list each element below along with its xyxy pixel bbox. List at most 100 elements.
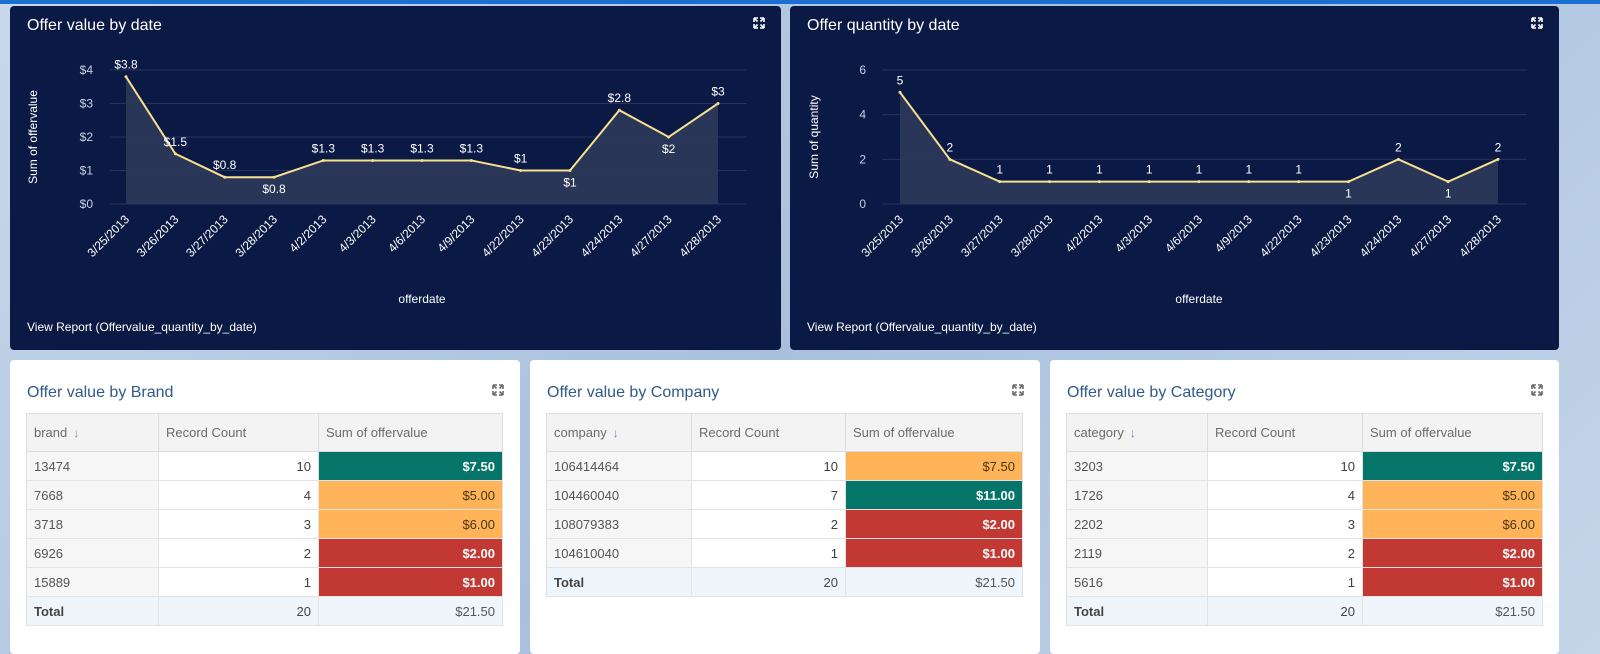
x-tick-label: 4/3/2013 [1112, 212, 1155, 255]
column-header[interactable]: Sum of offervalue [1362, 413, 1543, 452]
x-tick-label: 4/28/2013 [676, 212, 724, 260]
column-header[interactable]: Sum of offervalue [845, 413, 1023, 452]
column-header[interactable]: company ↓ [546, 413, 692, 452]
table-row[interactable]: 106414464 10 $7.50 [546, 451, 1023, 481]
column-header-label: Sum of offervalue [1370, 425, 1472, 440]
table-row[interactable]: 7668 4 $5.00 [26, 480, 503, 510]
offer-value-by-date-card: Offer value by date $0 $1 $2 $3 $4 $3.8 $1.5 $0… [10, 6, 781, 350]
column-header[interactable]: Sum of offervalue [318, 413, 503, 452]
record-count-cell: 3 [1207, 509, 1363, 539]
card-title: Offer value by Brand [27, 384, 174, 401]
total-sum-cell: $21.50 [318, 596, 503, 626]
data-label: 1 [1445, 187, 1452, 201]
group-key-cell: 6926 [26, 538, 159, 568]
data-label: 1 [1146, 163, 1153, 177]
group-key-cell: 106414464 [546, 451, 692, 481]
column-header[interactable]: brand ↓ [26, 413, 159, 452]
data-point [716, 102, 720, 105]
x-axis-title: offerdate [398, 292, 445, 306]
data-point [173, 152, 177, 156]
column-header[interactable]: category ↓ [1066, 413, 1208, 452]
data-label: 1 [1295, 163, 1302, 177]
group-key-cell: 1726 [1066, 480, 1208, 510]
data-label: $1 [514, 152, 528, 166]
table-row[interactable]: 3203 10 $7.50 [1066, 451, 1543, 481]
data-label: 1 [1046, 163, 1053, 177]
x-tick-label: 4/22/2013 [1257, 212, 1305, 260]
sum-value-cell: $1.00 [845, 538, 1023, 568]
x-tick-label: 3/25/2013 [858, 212, 906, 260]
column-header[interactable]: Record Count [1207, 413, 1363, 452]
table-row[interactable]: 6926 2 $2.00 [26, 538, 503, 568]
sum-value-cell: $5.00 [1362, 480, 1543, 510]
total-count-cell: 20 [158, 596, 319, 626]
x-tick-label: 3/28/2013 [1008, 212, 1056, 260]
data-point [568, 169, 572, 172]
data-point [1347, 180, 1350, 184]
view-report-link[interactable]: View Report (Offervalue_quantity_by_date… [27, 320, 257, 334]
column-header[interactable]: Record Count [158, 413, 319, 452]
total-sum-cell: $21.50 [1362, 596, 1543, 626]
table-row[interactable]: 5616 1 $1.00 [1066, 567, 1543, 597]
table-header-row: category ↓ Record Count Sum of offervalue [1066, 413, 1543, 452]
sum-value-cell: $5.00 [318, 480, 503, 510]
record-count-cell: 4 [1207, 480, 1363, 510]
group-key-cell: 2202 [1066, 509, 1208, 539]
expand-icon[interactable] [492, 384, 504, 396]
table-row[interactable]: 104610040 1 $1.00 [546, 538, 1023, 568]
data-point [1147, 180, 1151, 184]
record-count-cell: 2 [158, 538, 319, 568]
data-label: 2 [1395, 140, 1402, 154]
x-tick-label: 4/6/2013 [385, 212, 428, 255]
table-row[interactable]: 108079383 2 $2.00 [546, 509, 1023, 539]
sum-value-cell: $2.00 [1362, 538, 1543, 568]
data-point [1197, 180, 1201, 184]
total-count-cell: 20 [691, 567, 846, 597]
data-point [617, 108, 621, 112]
sum-value-cell: $7.50 [318, 451, 503, 481]
sort-descending-icon[interactable]: ↓ [1130, 426, 1136, 440]
x-tick-label: 4/27/2013 [1407, 212, 1455, 260]
data-point [371, 158, 375, 162]
data-point [1247, 180, 1251, 184]
group-key-cell: 7668 [26, 480, 159, 510]
offer-value-by-category-card: Offer value by Category category ↓ Record … [1050, 360, 1559, 654]
data-label: 1 [1196, 163, 1203, 177]
y-tick-label: 0 [859, 197, 866, 211]
x-tick-label: 3/26/2013 [908, 212, 956, 260]
sort-descending-icon[interactable]: ↓ [613, 426, 619, 440]
x-tick-label: 3/25/2013 [84, 212, 132, 260]
y-tick-label: 4 [859, 108, 866, 122]
table-row[interactable]: 3718 3 $6.00 [26, 509, 503, 539]
total-row: Total 20 $21.50 [26, 596, 503, 626]
sum-value-cell: $1.00 [318, 567, 503, 597]
y-tick-label: 2 [859, 152, 866, 166]
total-count-cell: 20 [1207, 596, 1363, 626]
table-row[interactable]: 13474 10 $7.50 [26, 451, 503, 481]
column-header-label: Record Count [166, 425, 247, 440]
data-label: $2 [662, 142, 676, 156]
expand-icon[interactable] [1531, 384, 1543, 396]
column-header-label: Record Count [699, 425, 780, 440]
company-table: company ↓ Record Count Sum of offervalue 106… [546, 413, 1023, 597]
total-label-cell: Total [26, 596, 159, 626]
x-tick-label: 4/6/2013 [1162, 212, 1205, 255]
sort-descending-icon[interactable]: ↓ [73, 426, 79, 440]
group-key-cell: 2119 [1066, 538, 1208, 568]
column-header-label: category [1074, 425, 1124, 440]
table-row[interactable]: 2202 3 $6.00 [1066, 509, 1543, 539]
x-tick-label: 4/23/2013 [1307, 212, 1355, 260]
table-row[interactable]: 104460040 7 $11.00 [546, 480, 1023, 510]
column-header[interactable]: Record Count [691, 413, 846, 452]
expand-icon[interactable] [1012, 384, 1024, 396]
table-row[interactable]: 2119 2 $2.00 [1066, 538, 1543, 568]
category-table: category ↓ Record Count Sum of offervalue 32… [1066, 413, 1543, 626]
data-point [519, 169, 523, 172]
x-tick-label: 4/27/2013 [627, 212, 675, 260]
sum-value-cell: $6.00 [318, 509, 503, 539]
data-label: $1.3 [312, 141, 336, 155]
table-row[interactable]: 15889 1 $1.00 [26, 567, 503, 597]
view-report-link[interactable]: View Report (Offervalue_quantity_by_date… [807, 320, 1037, 334]
table-row[interactable]: 1726 4 $5.00 [1066, 480, 1543, 510]
data-point [420, 158, 424, 162]
